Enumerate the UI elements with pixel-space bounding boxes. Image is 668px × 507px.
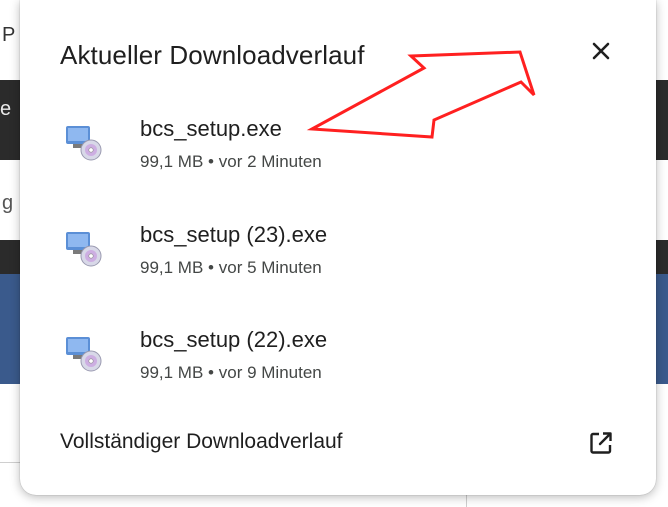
background-dark-strip-right (654, 240, 668, 274)
download-item[interactable]: bcs_setup (23).exe 99,1 MB • vor 5 Minut… (60, 222, 620, 294)
background-blue-block (0, 274, 20, 384)
download-meta: 99,1 MB • vor 5 Minuten (140, 258, 322, 278)
download-size: 99,1 MB (140, 363, 204, 382)
download-file-name[interactable]: bcs_setup (22).exe (140, 327, 327, 353)
download-size: 99,1 MB (140, 258, 204, 277)
full-download-history-link[interactable]: Vollständiger Downloadverlauf (60, 430, 343, 454)
download-bubble: Aktueller Downloadverlauf bcs_setup.exe … (20, 0, 656, 495)
open-downloads-page-button[interactable] (584, 426, 618, 460)
meta-separator: • (208, 363, 214, 382)
background-dark-band-right (654, 80, 668, 160)
exe-installer-icon (66, 232, 102, 267)
background-text-fragment-2: e (0, 98, 12, 120)
download-item[interactable]: bcs_setup.exe 99,1 MB • vor 2 Minuten (60, 116, 620, 188)
background-text-fragment-3: g (2, 192, 14, 214)
download-item[interactable]: bcs_setup (22).exe 99,1 MB • vor 9 Minut… (60, 327, 620, 399)
close-icon (592, 42, 610, 60)
download-time: vor 9 Minuten (218, 363, 322, 382)
download-meta: 99,1 MB • vor 2 Minuten (140, 152, 322, 172)
exe-installer-icon (66, 126, 102, 161)
download-file-name[interactable]: bcs_setup.exe (140, 116, 282, 142)
download-size: 99,1 MB (140, 152, 204, 171)
open-in-new-icon (590, 432, 612, 454)
download-file-name[interactable]: bcs_setup (23).exe (140, 222, 327, 248)
background-text-fragment: P (2, 24, 16, 46)
close-button[interactable] (584, 34, 618, 68)
download-time: vor 2 Minuten (218, 152, 322, 171)
meta-separator: • (208, 152, 214, 171)
download-meta: 99,1 MB • vor 9 Minuten (140, 363, 322, 383)
meta-separator: • (208, 258, 214, 277)
background-blue-block-right (654, 274, 668, 384)
background-line (0, 462, 20, 463)
bubble-title: Aktueller Downloadverlauf (60, 40, 365, 70)
download-time: vor 5 Minuten (218, 258, 322, 277)
background-dark-strip (0, 240, 20, 274)
exe-installer-icon (66, 337, 102, 372)
